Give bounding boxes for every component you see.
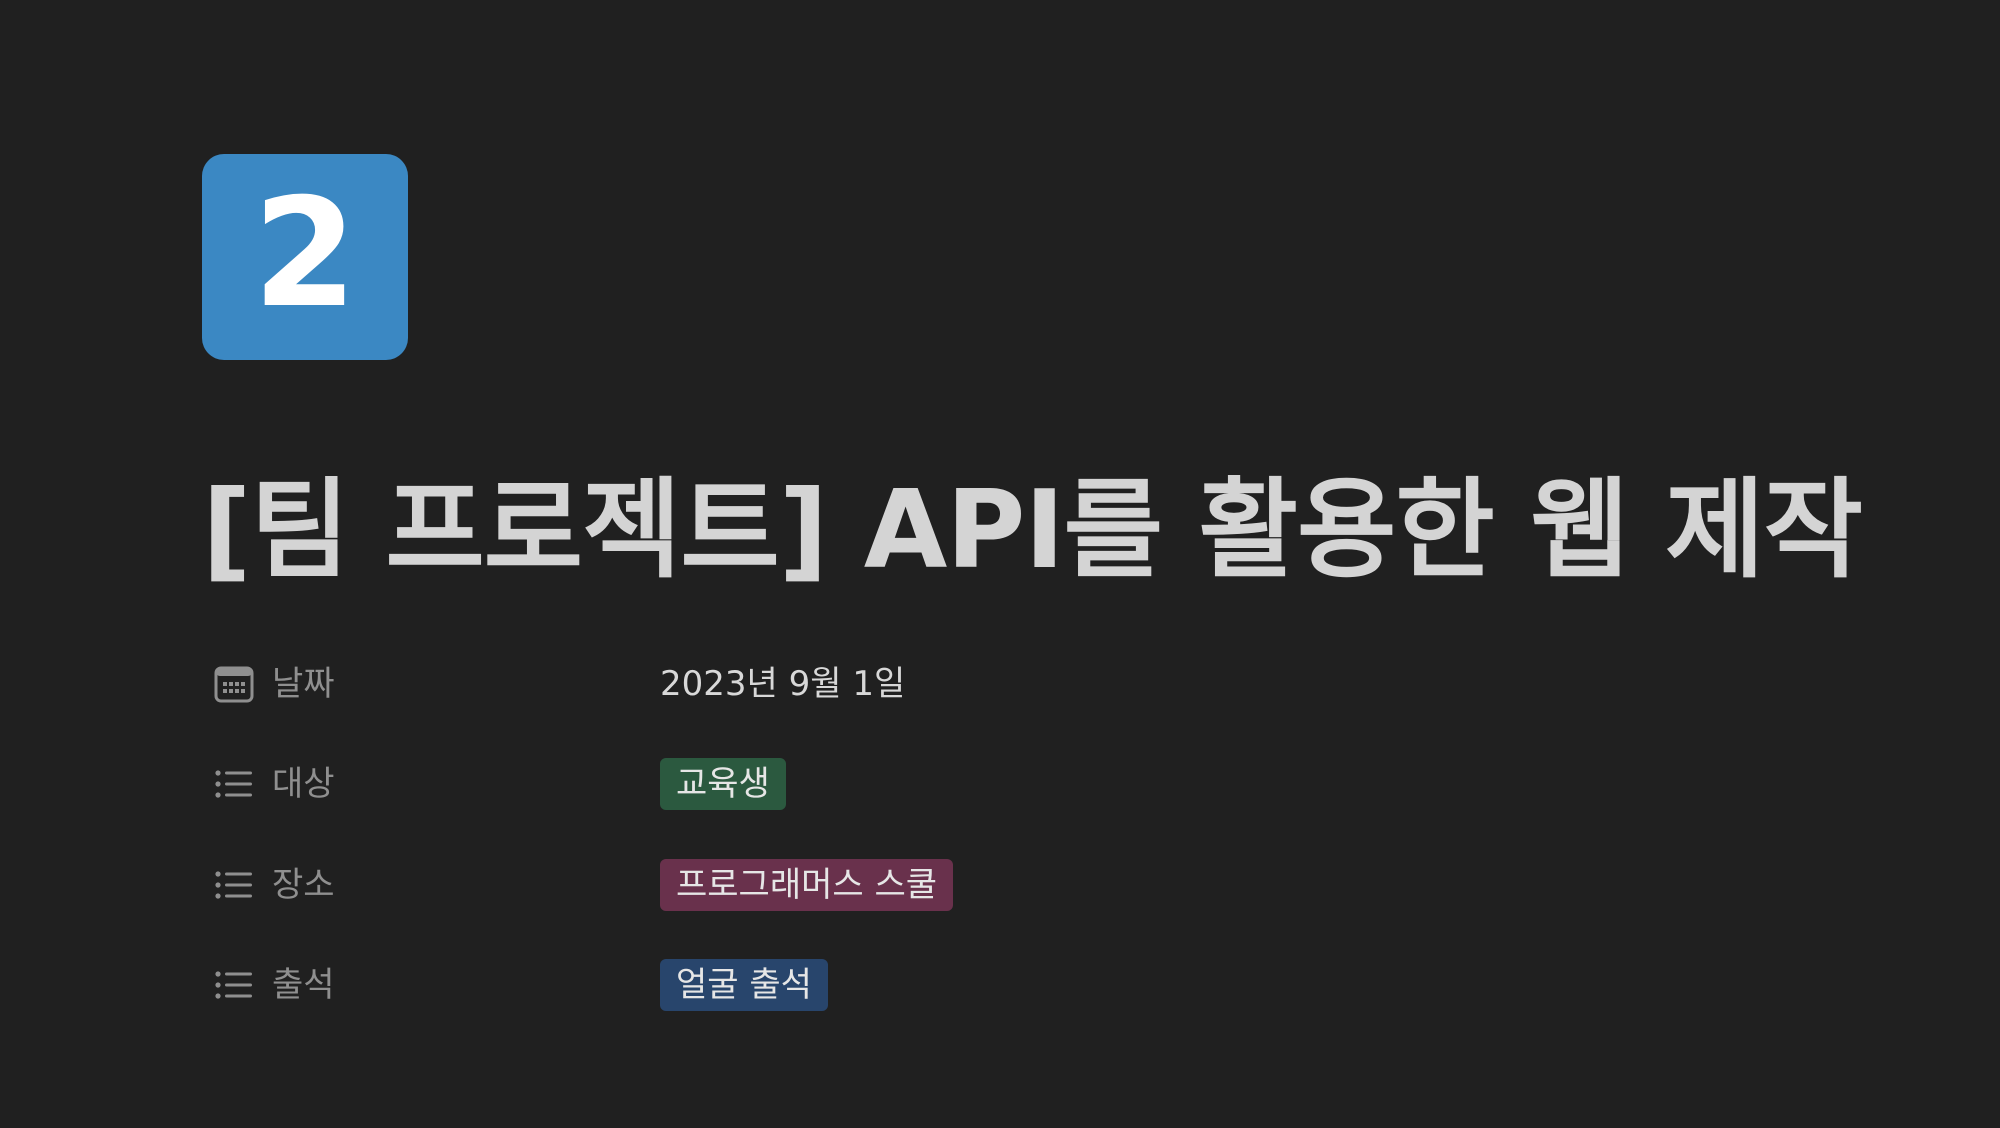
select-tag: 교육생 [660,758,786,810]
property-row-date: 날짜 2023년 9월 1일 [202,654,1902,714]
property-row-attendance: 출석 얼굴 출석 [202,955,1902,1015]
property-label: 대상 [272,764,335,804]
property-value-attendance[interactable]: 얼굴 출석 [660,955,828,1015]
property-label: 날짜 [272,664,335,704]
property-label: 출석 [272,965,335,1005]
page-icon-keycap-2[interactable]: 2 [202,154,408,360]
property-name-attendance[interactable]: 출석 [202,963,660,1007]
list-icon [212,963,256,1007]
list-icon [212,762,256,806]
notion-page: 2 [팀 프로젝트] API를 활용한 웹 제작 날짜 2023년 9월 1일 … [0,0,2000,1128]
property-row-audience: 대상 교육생 [202,754,1902,814]
date-value: 2023년 9월 1일 [660,664,906,704]
calendar-icon [212,662,256,706]
property-value-location[interactable]: 프로그래머스 스쿨 [660,855,954,915]
list-icon [212,863,256,907]
property-row-location: 장소 프로그래머스 스쿨 [202,855,1902,915]
select-tag: 얼굴 출석 [660,959,828,1011]
property-name-date[interactable]: 날짜 [202,662,660,706]
property-name-location[interactable]: 장소 [202,863,660,907]
property-name-audience[interactable]: 대상 [202,762,660,806]
property-value-date[interactable]: 2023년 9월 1일 [660,654,905,714]
page-icon-number: 2 [252,167,358,341]
property-value-audience[interactable]: 교육생 [660,754,786,814]
property-label: 장소 [272,865,335,905]
select-tag: 프로그래머스 스쿨 [660,859,954,911]
page-title[interactable]: [팀 프로젝트] API를 활용한 웹 제작 [202,466,1982,596]
